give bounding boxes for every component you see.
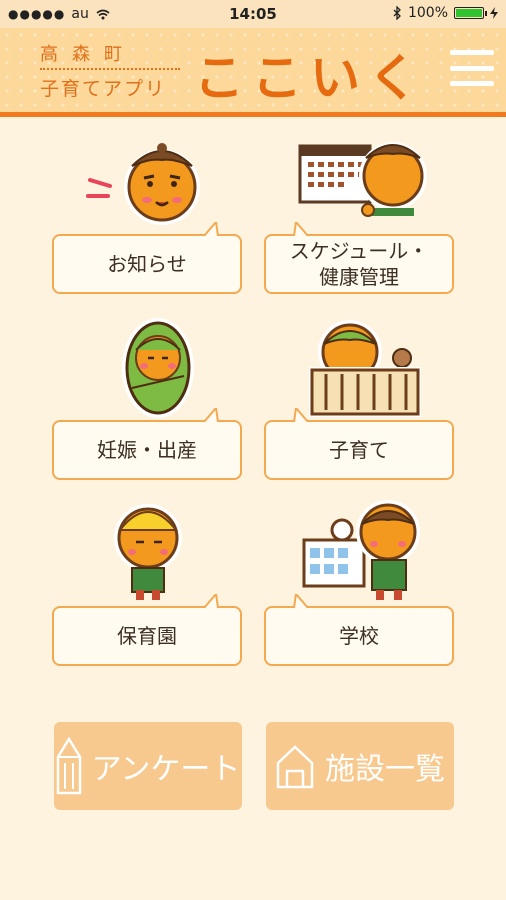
header-divider xyxy=(40,68,180,70)
menu-tile-notice[interactable]: お知らせ xyxy=(52,112,242,294)
status-bar: ●●●●● au 14:05 100% xyxy=(0,0,506,28)
pregnancy-birth-button[interactable]: 妊娠・出産 xyxy=(52,408,242,480)
facility-list-button[interactable]: 施設一覧 xyxy=(266,722,454,810)
battery-icon xyxy=(454,7,487,19)
notice-button[interactable]: お知らせ xyxy=(52,222,242,294)
charging-icon xyxy=(490,7,498,19)
menu-tile-pregnancy[interactable]: 妊娠・出産 xyxy=(52,298,242,480)
nursery-label: 保育園 xyxy=(117,624,177,648)
pregnancy-birth-label: 妊娠・出産 xyxy=(97,438,197,462)
menu-tile-schedule[interactable]: スケジュール・ 健康管理 xyxy=(264,112,454,294)
house-icon xyxy=(276,745,314,789)
menu-tile-nursery[interactable]: 保育園 xyxy=(52,484,242,666)
town-name: 高森町 xyxy=(40,44,136,65)
app-logo: ここいく xyxy=(194,49,426,107)
schedule-health-button[interactable]: スケジュール・ 健康管理 xyxy=(264,222,454,294)
battery-percent: 100% xyxy=(407,5,448,21)
hamburger-menu-icon[interactable] xyxy=(450,50,494,86)
crib-character-icon xyxy=(309,320,421,417)
childcare-button[interactable]: 子育て xyxy=(264,408,454,480)
calendar-character-icon xyxy=(298,142,427,217)
survey-label: アンケート xyxy=(91,752,241,787)
school-character-icon xyxy=(302,500,420,600)
pencil-icon xyxy=(56,737,81,795)
menu-tile-childcare[interactable]: 子育て xyxy=(264,298,454,480)
schedule-health-label: スケジュール・ 健康管理 xyxy=(289,239,429,289)
app-header: 高森町 子育てアプリ ここいく xyxy=(0,28,506,117)
school-label: 学校 xyxy=(339,624,379,648)
school-button[interactable]: 学校 xyxy=(264,594,454,666)
survey-button[interactable]: アンケート xyxy=(54,722,242,810)
nursery-button[interactable]: 保育園 xyxy=(52,594,242,666)
facility-list-label: 施設一覧 xyxy=(325,752,445,787)
menu-tile-school[interactable]: 学校 xyxy=(264,484,454,666)
notice-character-icon xyxy=(86,143,200,225)
nursery-character-icon xyxy=(114,504,182,600)
bluetooth-icon xyxy=(393,6,401,20)
childcare-label: 子育て xyxy=(329,438,389,462)
notice-label: お知らせ xyxy=(107,252,187,276)
app-subtitle: 子育てアプリ xyxy=(40,78,167,100)
baby-character-icon xyxy=(122,318,194,418)
